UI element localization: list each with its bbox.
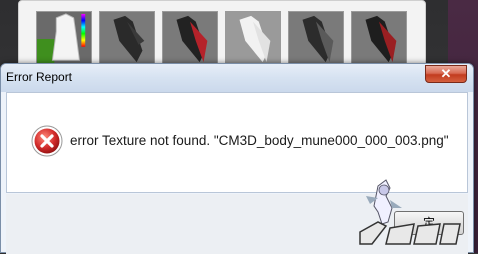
thumbnail-jacket-red[interactable] — [162, 11, 218, 67]
close-button[interactable]: ✕ — [425, 65, 467, 83]
close-icon: ✕ — [440, 66, 452, 81]
watermark-logo — [359, 179, 461, 245]
error-icon — [31, 125, 63, 157]
dialog-title: Error Report — [6, 70, 73, 84]
dialog-titlebar[interactable]: Error Report ✕ — [1, 64, 473, 92]
thumbnail-jacket-white[interactable] — [225, 11, 281, 67]
thumbnail-dress-white[interactable] — [36, 11, 92, 67]
error-message: error Texture not found. "CM3D_body_mune… — [70, 133, 449, 148]
thumbnail-jacket-red-dark[interactable] — [351, 11, 407, 67]
thumbnail-jacket-black[interactable] — [99, 11, 155, 67]
thumbnail-jacket-grey[interactable] — [288, 11, 344, 67]
texture-palette — [18, 0, 426, 72]
